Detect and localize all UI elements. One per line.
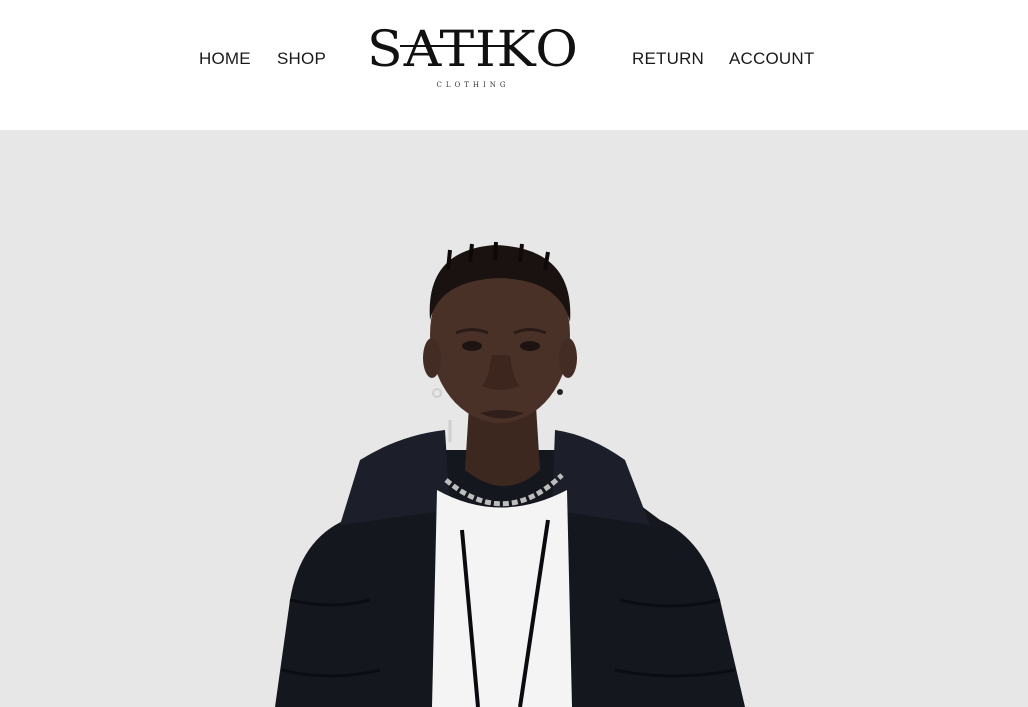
nav-home-link[interactable]: HOME: [199, 49, 251, 69]
hero-model-image: [275, 241, 745, 707]
site-header: HOME SHOP SATIKO CLOTHING RETURN ACCOUNT: [0, 0, 1028, 130]
nav-shop-link[interactable]: SHOP: [277, 49, 326, 69]
nav-return-link[interactable]: RETURN: [632, 49, 704, 69]
logo-strike-line: [400, 45, 512, 47]
logo-wordmark: SATIKO: [367, 20, 579, 78]
hero-banner: [0, 130, 1028, 707]
nav-account-link[interactable]: ACCOUNT: [729, 49, 814, 69]
logo-tagline: CLOTHING: [436, 81, 510, 89]
brand-logo[interactable]: SATIKO CLOTHING: [366, 22, 580, 94]
